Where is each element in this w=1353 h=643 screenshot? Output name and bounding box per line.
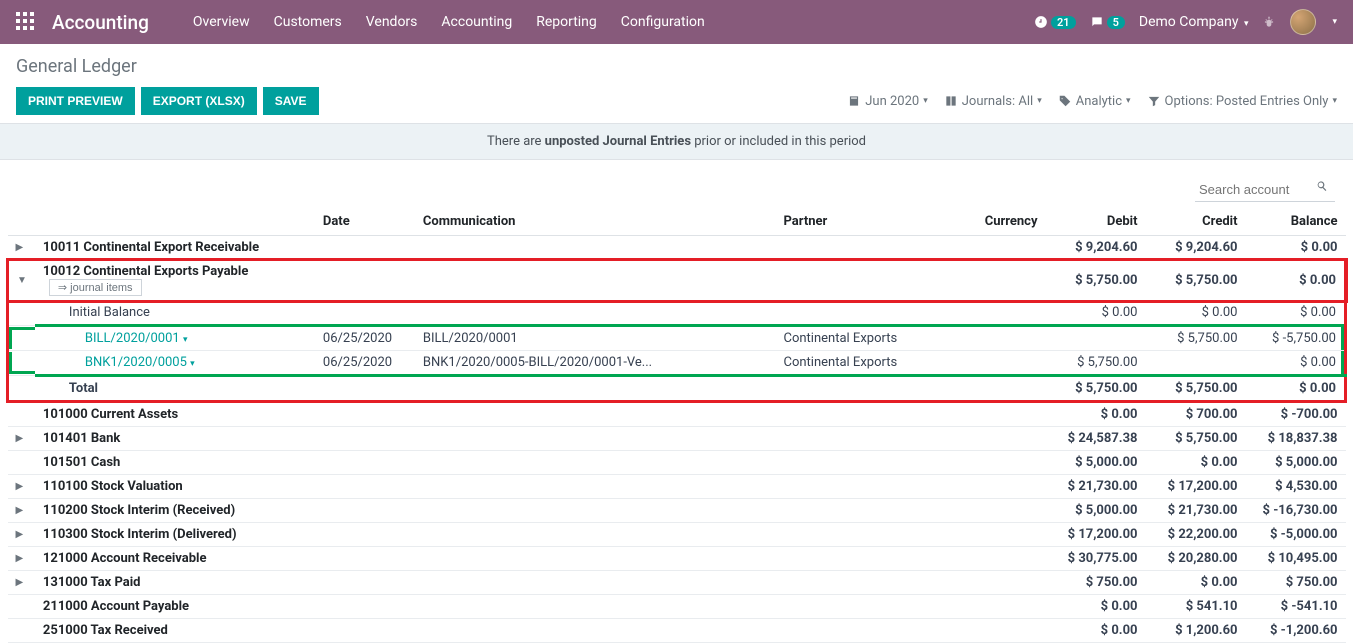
col-currency: Currency	[956, 208, 1046, 236]
print-preview-button[interactable]: PRINT PREVIEW	[16, 87, 135, 115]
company-selector[interactable]: Demo Company ▾	[1139, 14, 1249, 30]
journal-entry-row[interactable]: BNK1/2020/0005 ▾ 06/25/2020 BNK1/2020/00…	[8, 351, 1346, 376]
date-filter[interactable]: Jun 2020▾	[847, 94, 928, 109]
debug-icon[interactable]	[1262, 15, 1276, 30]
col-communication: Communication	[415, 208, 776, 236]
total-row: Total $ 5,750.00 $ 5,750.00 $ 0.00	[8, 376, 1346, 402]
initial-balance-row: Initial Balance $ 0.00 $ 0.00 $ 0.00	[8, 301, 1346, 326]
message-count: 5	[1107, 16, 1125, 29]
account-row[interactable]: 101501 Cash$ 5,000.00$ 0.00$ 5,000.00	[8, 451, 1346, 475]
nav-reporting[interactable]: Reporting	[524, 14, 609, 30]
col-debit: Debit	[1046, 208, 1146, 236]
expand-caret-icon[interactable]: ▶	[8, 499, 35, 523]
activity-button[interactable]: 21	[1034, 15, 1076, 29]
account-row[interactable]: ▶131000 Tax Paid$ 750.00$ 0.00$ 750.00	[8, 571, 1346, 595]
save-button[interactable]: SAVE	[263, 87, 319, 115]
app-title: Accounting	[52, 11, 149, 34]
expand-caret-icon[interactable]: ▶	[8, 523, 35, 547]
ledger-table: Date Communication Partner Currency Debi…	[6, 208, 1347, 643]
export-xlsx-button[interactable]: EXPORT (XLSX)	[141, 87, 257, 115]
expand-caret-icon[interactable]: ▶	[8, 475, 35, 499]
collapse-caret-icon[interactable]: ▼	[8, 260, 35, 301]
analytic-filter[interactable]: Analytic▾	[1058, 94, 1131, 109]
apps-icon[interactable]	[16, 12, 36, 32]
user-menu-caret[interactable]: ▾	[1332, 17, 1337, 27]
nav-configuration[interactable]: Configuration	[609, 14, 717, 30]
expand-caret-icon[interactable]: ▶	[8, 571, 35, 595]
account-row[interactable]: ▶110200 Stock Interim (Received)$ 5,000.…	[8, 499, 1346, 523]
col-date: Date	[315, 208, 415, 236]
entry-link[interactable]: BILL/2020/0001	[85, 331, 180, 346]
col-balance: Balance	[1246, 208, 1346, 236]
clock-icon	[1034, 15, 1048, 29]
account-row[interactable]: ▶121000 Account Receivable$ 30,775.00$ 2…	[8, 547, 1346, 571]
messaging-button[interactable]: 5	[1090, 15, 1125, 29]
search-icon[interactable]	[1315, 178, 1329, 202]
expand-caret-icon[interactable]: ▶	[8, 427, 35, 451]
subheader: General Ledger PRINT PREVIEW EXPORT (XLS…	[0, 44, 1353, 123]
col-credit: Credit	[1146, 208, 1246, 236]
nav-accounting[interactable]: Accounting	[429, 14, 524, 30]
expand-caret-icon[interactable]: ▶	[8, 547, 35, 571]
page-title: General Ledger	[16, 56, 1337, 77]
chat-icon	[1090, 15, 1104, 29]
account-row-expanded[interactable]: ▼ 10012 Continental Exports Payable ⇒ jo…	[8, 260, 1346, 301]
nav-links: Overview Customers Vendors Accounting Re…	[181, 14, 717, 30]
nav-customers[interactable]: Customers	[262, 14, 354, 30]
account-row[interactable]: ▶101401 Bank$ 24,587.38$ 5,750.00$ 18,83…	[8, 427, 1346, 451]
tag-icon	[1058, 94, 1072, 108]
search-account-input[interactable]	[1195, 178, 1335, 202]
journal-items-button[interactable]: ⇒ journal items	[49, 279, 142, 296]
options-filter[interactable]: Options: Posted Entries Only▾	[1147, 94, 1337, 109]
ledger-area: Date Communication Partner Currency Debi…	[0, 160, 1353, 643]
nav-overview[interactable]: Overview	[181, 14, 262, 30]
col-partner: Partner	[776, 208, 956, 236]
journals-filter[interactable]: Journals: All▾	[944, 94, 1042, 109]
account-row[interactable]: ▶110100 Stock Valuation$ 21,730.00$ 17,2…	[8, 475, 1346, 499]
nav-vendors[interactable]: Vendors	[354, 14, 430, 30]
calendar-icon	[847, 94, 861, 108]
account-row[interactable]: ▶ 10011 Continental Export Receivable $ …	[8, 236, 1346, 260]
account-row[interactable]: 101000 Current Assets$ 0.00$ 700.00$ -70…	[8, 402, 1346, 427]
journal-entry-row[interactable]: BILL/2020/0001 ▾ 06/25/2020 BILL/2020/00…	[8, 326, 1346, 351]
filter-icon	[1147, 94, 1161, 108]
entry-link[interactable]: BNK1/2020/0005	[85, 355, 187, 370]
topbar: Accounting Overview Customers Vendors Ac…	[0, 0, 1353, 44]
account-row[interactable]: 211000 Account Payable$ 0.00$ 541.10$ -5…	[8, 595, 1346, 619]
expand-caret-icon[interactable]: ▶	[8, 236, 35, 260]
account-row[interactable]: ▶110300 Stock Interim (Delivered)$ 17,20…	[8, 523, 1346, 547]
activity-count: 21	[1051, 16, 1076, 29]
account-row[interactable]: 251000 Tax Received$ 0.00$ 1,200.60$ -1,…	[8, 619, 1346, 643]
book-icon	[944, 94, 958, 108]
unposted-warning-banner[interactable]: There are unposted Journal Entries prior…	[0, 123, 1353, 160]
user-avatar[interactable]	[1290, 9, 1316, 35]
